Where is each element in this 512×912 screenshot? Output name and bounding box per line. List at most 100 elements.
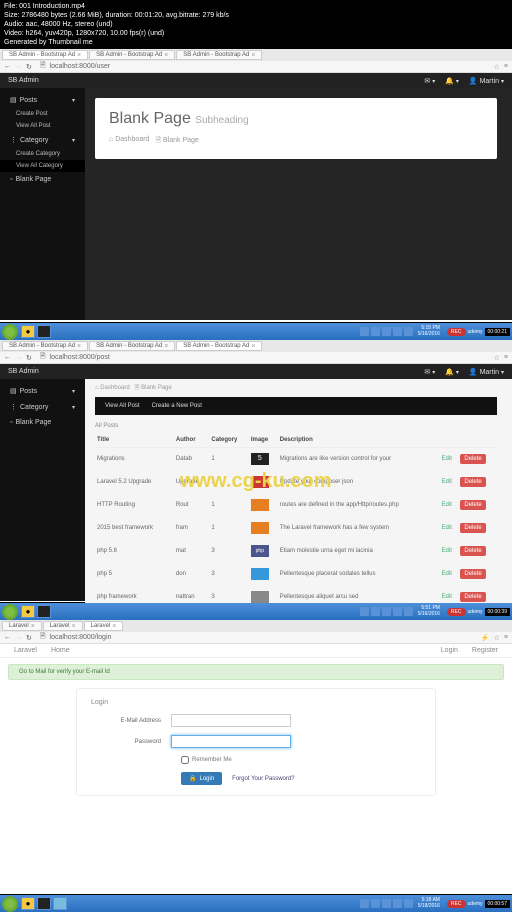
edit-link[interactable]: Edit [442, 571, 452, 577]
taskbar-terminal[interactable] [37, 605, 51, 618]
close-icon[interactable]: × [77, 343, 81, 350]
browser-tab[interactable]: SB Admin - Bootstrap Ad× [2, 341, 88, 351]
edit-link[interactable]: Edit [442, 525, 452, 531]
close-icon[interactable]: × [164, 343, 168, 350]
delete-button[interactable]: Delete [460, 500, 485, 510]
reload-icon[interactable]: ↻ [26, 354, 32, 362]
back-icon[interactable]: ← [4, 63, 11, 71]
sidebar-item-category[interactable]: ⋮ Category ▾ [0, 399, 85, 415]
edit-link[interactable]: Edit [442, 479, 452, 485]
close-icon[interactable]: × [251, 343, 255, 350]
url-input[interactable]: localhost:8000/login [50, 634, 477, 641]
password-field[interactable] [171, 735, 291, 748]
view-all-posts[interactable]: View All Post [105, 403, 140, 409]
browser-tab[interactable]: SB Admin - Bootstrap Ad× [89, 341, 175, 351]
bell-icon[interactable]: 🔔 ▾ [445, 368, 459, 376]
sidebar-sub-view-post[interactable]: View All Post [0, 120, 85, 132]
brand[interactable]: SB Admin [8, 77, 39, 84]
login-button[interactable]: 🔒Login [181, 772, 222, 785]
sidebar-sub-create-post[interactable]: Create Post [0, 108, 85, 120]
tray-icon[interactable] [382, 327, 391, 336]
create-new-post[interactable]: Create a New Post [152, 403, 202, 409]
brand[interactable]: SB Admin [8, 368, 39, 375]
star-icon[interactable]: ☆ [494, 634, 500, 642]
browser-tab[interactable]: SB Admin - Bootstrap Ad× [176, 341, 262, 351]
url-input[interactable]: localhost:8000/post [50, 354, 490, 361]
edit-link[interactable]: Edit [442, 502, 452, 508]
nav-home[interactable]: Home [51, 647, 70, 654]
delete-button[interactable]: Delete [460, 592, 485, 602]
delete-button[interactable]: Delete [460, 546, 485, 556]
tray-icon[interactable] [404, 327, 413, 336]
menu-icon[interactable]: ≡ [504, 634, 508, 642]
forward-icon[interactable]: → [15, 63, 22, 71]
clock[interactable]: 5:51 PM5/16/2016 [415, 606, 443, 617]
close-icon[interactable]: × [77, 52, 81, 59]
back-icon[interactable]: ← [4, 354, 11, 362]
sidebar-item-posts[interactable]: ▤ Posts ▾ [0, 383, 85, 399]
user-menu[interactable]: 👤 Martin ▾ [469, 368, 504, 376]
close-icon[interactable]: × [164, 52, 168, 59]
tray-icon[interactable] [393, 327, 402, 336]
browser-tab[interactable]: Laravel× [43, 621, 83, 631]
edit-link[interactable]: Edit [442, 456, 452, 462]
tray-icon[interactable] [404, 607, 413, 616]
tray-icon[interactable] [371, 607, 380, 616]
close-icon[interactable]: × [71, 623, 75, 630]
forgot-password-link[interactable]: Forgot Your Password? [232, 776, 294, 782]
sidebar-item-blank[interactable]: ▫ Blank Page [0, 172, 85, 187]
crumb-dash[interactable]: ⌂ Dashboard [109, 136, 149, 147]
bell-icon[interactable]: 🔔 ▾ [445, 77, 459, 85]
edit-link[interactable]: Edit [442, 594, 452, 600]
tray-icon[interactable] [393, 607, 402, 616]
start-button[interactable] [2, 604, 18, 620]
browser-tab[interactable]: SB Admin - Bootstrap Ad× [89, 50, 175, 60]
edit-link[interactable]: Edit [442, 548, 452, 554]
nav-register[interactable]: Register [472, 647, 498, 654]
delete-button[interactable]: Delete [460, 569, 485, 579]
sidebar-item-posts[interactable]: ▤ Posts ▾ [0, 92, 85, 108]
clock[interactable]: 5:15 PM5/16/2016 [415, 326, 443, 337]
sidebar-item-blank[interactable]: ▫ Blank Page [0, 415, 85, 430]
tray-icon[interactable] [360, 607, 369, 616]
ext-icon[interactable]: ⚡ [481, 634, 490, 642]
email-field[interactable] [171, 714, 291, 727]
browser-tab[interactable]: Laravel× [2, 621, 42, 631]
start-button[interactable] [2, 324, 18, 340]
back-icon[interactable]: ← [4, 634, 11, 642]
delete-button[interactable]: Delete [460, 523, 485, 533]
browser-tab[interactable]: SB Admin - Bootstrap Ad× [2, 50, 88, 60]
browser-tab[interactable]: SB Admin - Bootstrap Ad× [176, 50, 262, 60]
delete-button[interactable]: Delete [460, 477, 485, 487]
star-icon[interactable]: ☆ [494, 63, 500, 71]
reload-icon[interactable]: ↻ [26, 63, 32, 71]
forward-icon[interactable]: → [15, 354, 22, 362]
taskbar-chrome[interactable]: ● [21, 325, 35, 338]
crumb-dash[interactable]: ⌂ Dashboard [95, 385, 130, 391]
url-input[interactable]: localhost:8000/user [50, 63, 490, 70]
taskbar-terminal[interactable] [37, 325, 51, 338]
sidebar-item-category[interactable]: ⋮ Category ▾ [0, 132, 85, 148]
brand[interactable]: Laravel [14, 647, 37, 654]
mail-icon[interactable]: ✉ ▾ [424, 368, 435, 376]
taskbar-chrome[interactable]: ● [21, 605, 35, 618]
close-icon[interactable]: × [251, 52, 255, 59]
sidebar-sub-create-cat[interactable]: Create Category [0, 148, 85, 160]
delete-button[interactable]: Delete [460, 454, 485, 464]
mail-icon[interactable]: ✉ ▾ [424, 77, 435, 85]
close-icon[interactable]: × [112, 623, 116, 630]
star-icon[interactable]: ☆ [494, 354, 500, 362]
nav-login[interactable]: Login [441, 647, 458, 654]
forward-icon[interactable]: → [15, 634, 22, 642]
close-icon[interactable]: × [31, 623, 35, 630]
sidebar-sub-view-cat[interactable]: View All Category [0, 160, 85, 172]
tray-icon[interactable] [360, 327, 369, 336]
user-menu[interactable]: 👤 Martin ▾ [469, 77, 504, 85]
tray-icon[interactable] [371, 327, 380, 336]
menu-icon[interactable]: ≡ [504, 63, 508, 71]
tray-icon[interactable] [382, 607, 391, 616]
browser-tab[interactable]: Laravel× [84, 621, 124, 631]
reload-icon[interactable]: ↻ [26, 634, 32, 642]
menu-icon[interactable]: ≡ [504, 354, 508, 362]
remember-checkbox[interactable] [181, 756, 189, 764]
